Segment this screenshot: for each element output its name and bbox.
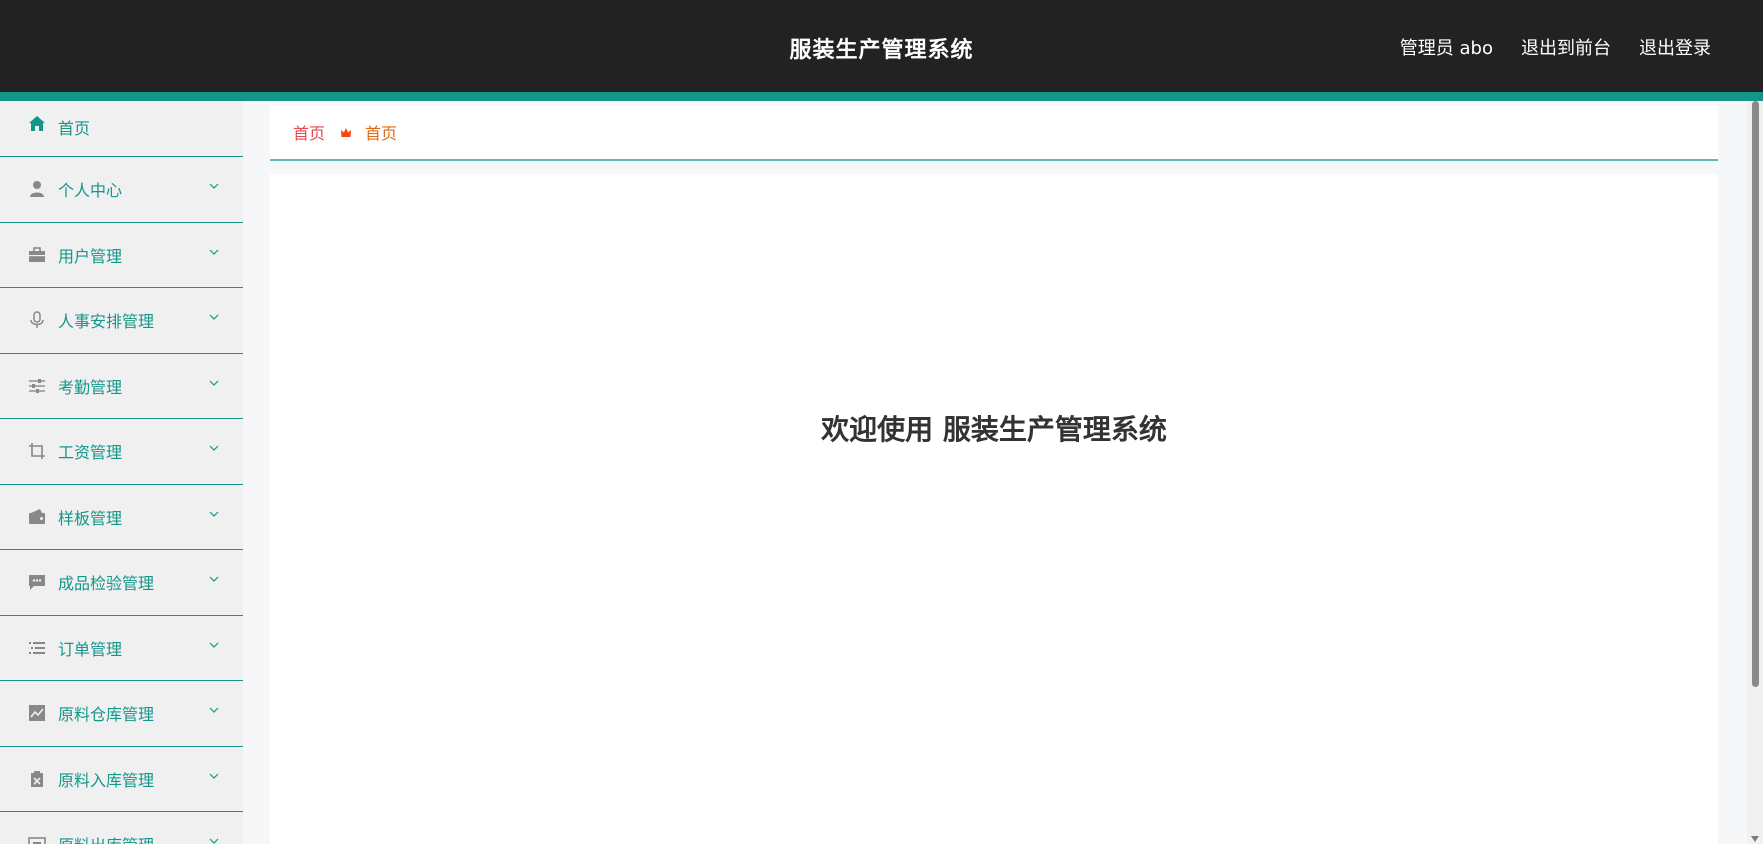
logout-link[interactable]: 退出登录 — [1639, 34, 1711, 60]
welcome-panel: 欢迎使用 服装生产管理系统 — [270, 174, 1718, 844]
sidebar-item-inspection[interactable]: 成品检验管理 — [0, 550, 243, 616]
chevron-down-icon — [209, 445, 219, 452]
welcome-message: 欢迎使用 服装生产管理系统 — [821, 413, 1167, 446]
sidebar-item-material-inbound[interactable]: 原料入库管理 — [0, 747, 243, 812]
chevron-down-icon — [209, 380, 219, 386]
sidebar-item-label: 订单管理 — [58, 639, 123, 659]
sidebar-item-orders[interactable]: 订单管理 — [0, 616, 243, 681]
sidebar-item-label: 个人中心 — [58, 181, 123, 201]
sidebar-item-label: 成品检验管理 — [58, 574, 155, 594]
chevron-down-icon — [209, 576, 219, 583]
sidebar-item-salary[interactable]: 工资管理 — [0, 419, 243, 485]
sidebar: 首页 个人中心 用户管理 人事安排管理 考勤管理 工资管理 样板管理 成品检验管… — [0, 101, 243, 844]
exit-to-front-link[interactable]: 退出到前台 — [1521, 34, 1611, 60]
briefcase-icon — [28, 246, 46, 264]
chevron-down-icon — [209, 838, 219, 844]
chevron-down-icon — [209, 707, 219, 714]
header-accent-bar — [0, 92, 1763, 101]
scrollbar-thumb[interactable] — [1752, 101, 1759, 687]
page-scrollbar[interactable] — [1747, 101, 1763, 844]
sidebar-item-home[interactable]: 首页 — [0, 101, 243, 157]
breadcrumb-current: 首页 — [365, 124, 398, 143]
sidebar-item-users[interactable]: 用户管理 — [0, 223, 243, 288]
sidebar-item-attendance[interactable]: 考勤管理 — [0, 354, 243, 419]
person-icon — [28, 180, 46, 198]
sidebar-item-label: 考勤管理 — [58, 377, 123, 397]
chart-icon — [28, 704, 46, 722]
list-icon — [28, 639, 46, 657]
header-actions: 管理员 abo 退出到前台 退出登录 — [1400, 34, 1711, 60]
current-user-label: 管理员 abo — [1399, 38, 1493, 59]
chat-icon — [28, 573, 46, 591]
chevron-down-icon — [209, 183, 219, 190]
crown-icon — [339, 125, 353, 139]
sidebar-item-hr-schedule[interactable]: 人事安排管理 — [0, 288, 243, 354]
chevron-down-icon — [209, 773, 219, 779]
home-icon — [28, 115, 46, 133]
sidebar-item-samples[interactable]: 样板管理 — [0, 485, 243, 550]
wallet-icon — [28, 508, 46, 526]
box-icon — [28, 835, 46, 844]
sidebar-item-label: 原料出库管理 — [58, 832, 154, 844]
sidebar-item-label: 人事安排管理 — [58, 312, 155, 332]
microphone-icon — [28, 311, 46, 329]
breadcrumb: 首页 首页 — [270, 105, 1718, 161]
clipboard-x-icon — [28, 770, 46, 788]
sidebar-item-material-warehouse[interactable]: 原料仓库管理 — [0, 681, 243, 747]
sidebar-item-label: 原料仓库管理 — [58, 705, 155, 725]
sidebar-item-label: 原料入库管理 — [58, 770, 155, 790]
sidebar-item-material-outbound[interactable]: 原料出库管理 — [0, 812, 243, 844]
chevron-down-icon — [209, 249, 219, 255]
scroll-down-arrow-icon[interactable] — [1751, 836, 1759, 842]
sliders-icon — [28, 377, 46, 395]
sidebar-item-label: 用户管理 — [58, 246, 123, 266]
chevron-down-icon — [209, 642, 219, 648]
sidebar-item-label: 工资管理 — [58, 443, 123, 463]
chevron-down-icon — [209, 314, 219, 321]
top-header: 服装生产管理系统 管理员 abo 退出到前台 退出登录 — [0, 0, 1763, 92]
sidebar-item-label: 样板管理 — [58, 508, 123, 528]
breadcrumb-home-link[interactable]: 首页 — [293, 120, 325, 144]
main-content: 首页 首页 欢迎使用 服装生产管理系统 — [270, 105, 1718, 844]
chevron-down-icon — [209, 511, 219, 517]
sidebar-item-label: 首页 — [58, 119, 91, 138]
sidebar-item-profile[interactable]: 个人中心 — [0, 157, 243, 223]
crop-icon — [28, 442, 46, 460]
